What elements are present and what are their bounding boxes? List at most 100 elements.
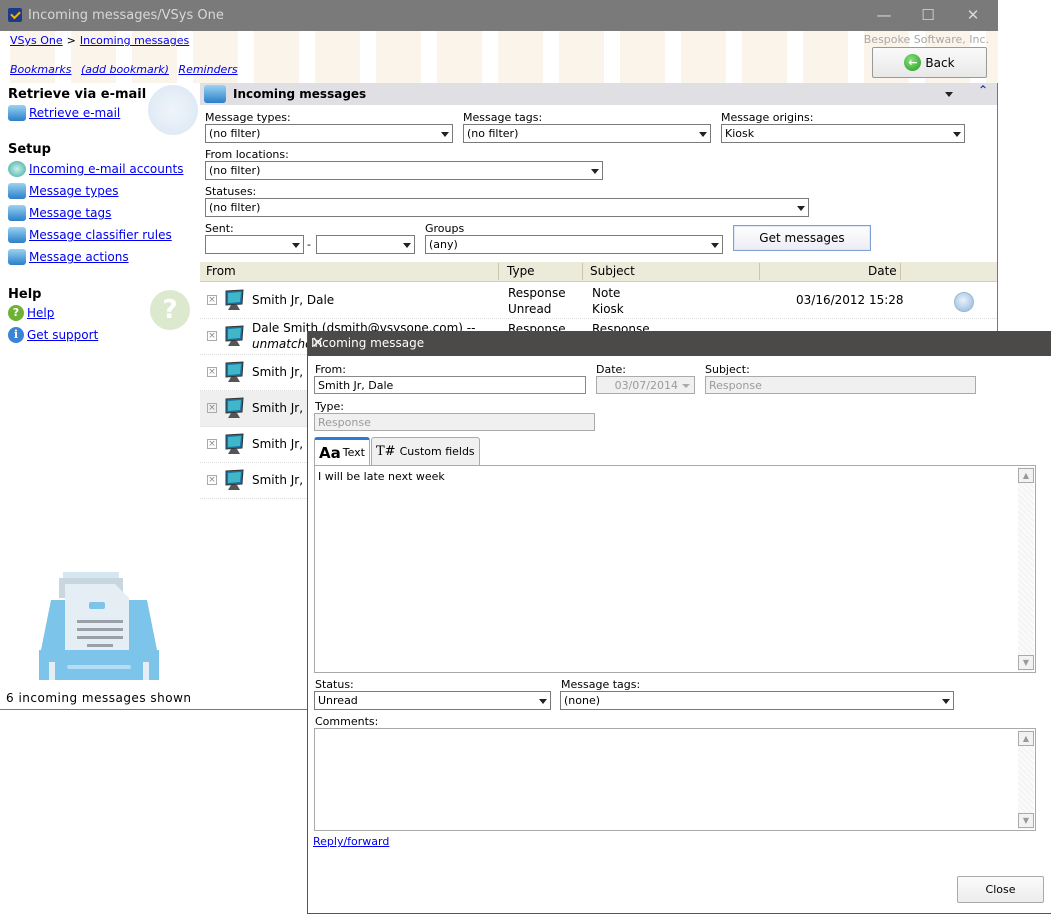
sidebar-item-get-support[interactable]: i Get support xyxy=(8,327,98,343)
sidebar-item-help[interactable]: ? Help xyxy=(8,305,54,321)
dialog-close-icon[interactable]: ✕ xyxy=(311,333,1044,352)
message-body-textarea[interactable]: I will be late next week ▲ ▼ xyxy=(314,465,1036,673)
column-divider[interactable] xyxy=(759,263,760,280)
groups-select[interactable]: (any) xyxy=(425,235,723,254)
app-logo-icon xyxy=(8,8,22,22)
row-type: Response Unread xyxy=(508,285,566,317)
subject-field[interactable]: Response xyxy=(705,376,976,394)
add-bookmark-link[interactable]: (add bookmark) xyxy=(81,63,169,76)
delete-row-icon[interactable]: × xyxy=(207,367,217,377)
column-divider[interactable] xyxy=(498,263,499,280)
date-field[interactable]: 03/07/2014 xyxy=(596,376,695,394)
select-value: (no filter) xyxy=(209,164,261,177)
table-row[interactable]: × Smith Jr, Dale Response Unread Note Kiosk 03… xyxy=(200,283,997,319)
tab-label: Custom fields xyxy=(399,445,475,458)
scroll-up-icon[interactable]: ▲ xyxy=(1018,468,1034,483)
sidebar-item-message-actions[interactable]: Message actions xyxy=(8,249,129,265)
message-tags-select[interactable]: (no filter) xyxy=(463,124,711,143)
minimize-button[interactable]: — xyxy=(862,4,906,26)
chevron-down-icon xyxy=(403,243,411,248)
column-divider[interactable] xyxy=(900,263,901,280)
from-field[interactable]: Smith Jr, Dale xyxy=(314,376,586,394)
help-icon: ? xyxy=(8,305,24,321)
delete-row-icon[interactable]: × xyxy=(207,439,217,449)
reply-forward-link[interactable]: Reply/forward xyxy=(313,835,389,848)
chevron-down-icon xyxy=(797,206,805,211)
from-locations-select[interactable]: (no filter) xyxy=(205,161,603,180)
breadcrumb-root-link[interactable]: VSys One xyxy=(10,34,63,47)
reminders-link[interactable]: Reminders xyxy=(178,63,237,76)
kiosk-monitor-icon xyxy=(225,469,244,490)
chevron-down-icon xyxy=(591,169,599,174)
status-select[interactable]: Unread xyxy=(314,691,551,710)
panel-menu-dropdown-icon[interactable] xyxy=(945,92,953,97)
sidebar-link-label[interactable]: Message actions xyxy=(29,250,129,264)
statuses-label: Statuses: xyxy=(205,185,257,198)
body-scrollbar[interactable]: ▲ ▼ xyxy=(1018,467,1034,671)
date-label: Date: xyxy=(596,363,626,376)
delete-row-icon[interactable]: × xyxy=(207,295,217,305)
breadcrumb-current-link[interactable]: Incoming messages xyxy=(80,34,189,47)
sidebar-link-label[interactable]: Message tags xyxy=(29,206,111,220)
column-header-date[interactable]: Date xyxy=(868,264,897,278)
help-ghost-icon: ? xyxy=(150,290,190,330)
close-window-button[interactable]: ✕ xyxy=(951,4,995,26)
tab-text[interactable]: Aa Text xyxy=(314,437,370,465)
column-header-from[interactable]: From xyxy=(206,264,236,278)
back-button[interactable]: ← Back xyxy=(872,47,987,78)
classifier-filter-icon[interactable] xyxy=(954,292,974,312)
sidebar-link-label[interactable]: Message types xyxy=(29,184,118,198)
message-types-select[interactable]: (no filter) xyxy=(205,124,453,143)
title-bar: Incoming messages/VSys One — ☐ ✕ xyxy=(0,0,998,31)
get-messages-button[interactable]: Get messages xyxy=(733,225,871,251)
collapse-panel-icon[interactable]: ⌃ xyxy=(978,83,988,97)
origin-value: Kiosk xyxy=(592,302,624,316)
column-header-subject[interactable]: Subject xyxy=(590,264,635,278)
from-locations-label: From locations: xyxy=(205,148,289,161)
sidebar-item-retrieve-email[interactable]: Retrieve e-mail xyxy=(8,105,120,121)
message-origins-select[interactable]: Kiosk xyxy=(721,124,965,143)
comments-scrollbar[interactable]: ▲ ▼ xyxy=(1018,730,1034,829)
scroll-down-icon[interactable]: ▼ xyxy=(1018,813,1034,828)
column-divider[interactable] xyxy=(582,263,583,280)
panel-header: Incoming messages ⌃ xyxy=(200,83,997,105)
delete-row-icon[interactable]: × xyxy=(207,403,217,413)
sidebar-item-email-accounts[interactable]: Incoming e-mail accounts xyxy=(8,161,183,177)
sidebar-item-message-tags[interactable]: Message tags xyxy=(8,205,111,221)
subject-value: Note xyxy=(592,286,621,300)
sidebar-item-classifier-rules[interactable]: Message classifier rules xyxy=(8,227,172,243)
scroll-down-icon[interactable]: ▼ xyxy=(1018,655,1034,670)
delete-row-icon[interactable]: × xyxy=(207,475,217,485)
type-field[interactable]: Response xyxy=(314,413,595,431)
sidebar-item-message-types[interactable]: Message types xyxy=(8,183,118,199)
statuses-select[interactable]: (no filter) xyxy=(205,198,809,217)
status-value: Unread xyxy=(508,302,552,316)
bookmarks-link[interactable]: Bookmarks xyxy=(10,63,71,76)
row-date: 03/16/2012 15:28 xyxy=(796,293,904,307)
sidebar-link-label[interactable]: Get support xyxy=(27,328,98,342)
info-icon: i xyxy=(8,327,24,343)
quick-links: Bookmarks (add bookmark) Reminders xyxy=(10,63,244,76)
sidebar-link-label[interactable]: Incoming e-mail accounts xyxy=(29,162,183,176)
dialog-message-tags-select[interactable]: (none) xyxy=(560,691,954,710)
sidebar-link-label[interactable]: Retrieve e-mail xyxy=(29,106,120,120)
message-tags-label: Message tags: xyxy=(463,111,543,124)
column-header-type[interactable]: Type xyxy=(507,264,535,278)
tag-tray-icon xyxy=(8,205,26,221)
message-types-label: Message types: xyxy=(205,111,291,124)
select-value: (no filter) xyxy=(467,127,519,140)
tab-custom-fields[interactable]: T# Custom fields xyxy=(370,437,480,465)
sidebar-link-label[interactable]: Help xyxy=(27,306,54,320)
breadcrumb: VSys One > Incoming messages xyxy=(10,34,189,47)
sidebar-link-label[interactable]: Message classifier rules xyxy=(29,228,172,242)
comments-textarea[interactable]: ▲ ▼ xyxy=(314,728,1036,831)
maximize-button[interactable]: ☐ xyxy=(906,4,950,26)
delete-row-icon[interactable]: × xyxy=(207,331,217,341)
sent-to-date[interactable] xyxy=(316,235,415,254)
sent-from-date[interactable] xyxy=(205,235,304,254)
inbox-tray-illustration xyxy=(39,572,159,680)
dialog-message-tags-label: Message tags: xyxy=(561,678,641,691)
dialog-close-button[interactable]: Close xyxy=(957,876,1044,903)
action-tray-icon xyxy=(8,249,26,265)
scroll-up-icon[interactable]: ▲ xyxy=(1018,731,1034,746)
